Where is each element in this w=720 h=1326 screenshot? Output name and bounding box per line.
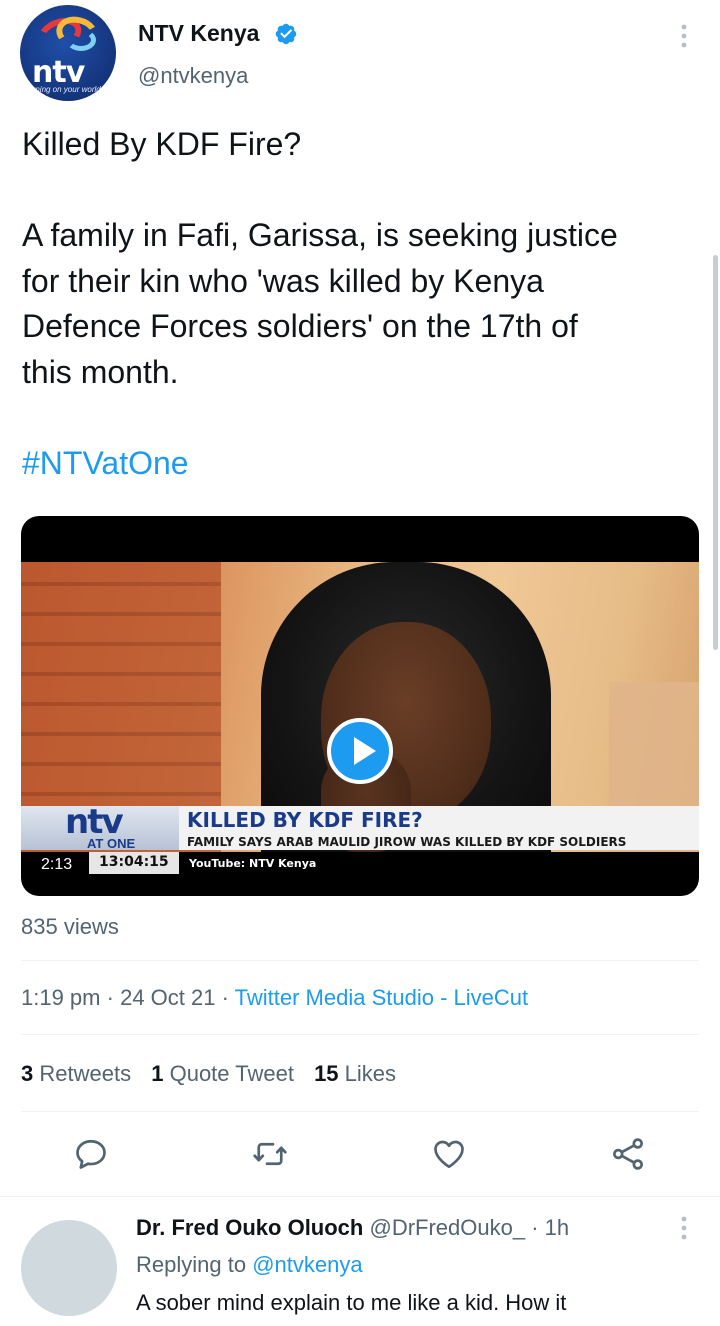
ticker-logo: ntv AT ONE: [21, 802, 179, 851]
quotes-label: Quote Tweet: [169, 1061, 294, 1086]
share-icon[interactable]: [610, 1136, 646, 1172]
tweet-action-bar: [0, 1130, 720, 1180]
avatar-tagline: turning on your world: [26, 85, 101, 94]
verified-badge-icon: [275, 23, 297, 45]
tweet-meta: 1:19 pm · 24 Oct 21 · Twitter Media Stud…: [21, 985, 528, 1011]
divider: [21, 1111, 699, 1112]
author-handle[interactable]: @ntvkenya: [138, 63, 248, 89]
quote-tweets-stat[interactable]: 1 Quote Tweet: [151, 1061, 294, 1086]
play-button-icon[interactable]: [327, 718, 393, 784]
quotes-count: 1: [151, 1061, 164, 1086]
tweet-source-link[interactable]: Twitter Media Studio - LiveCut: [235, 985, 528, 1010]
hashtag-link[interactable]: #NTVatOne: [22, 441, 702, 487]
reply-separator: ·: [531, 1215, 539, 1240]
tweet-headline: Killed By KDF Fire?: [22, 126, 302, 162]
video-duration-badge: 2:13: [33, 853, 81, 877]
news-lower-third: ntv AT ONE KILLED BY KDF FIRE? FAMILY SA…: [21, 802, 699, 874]
reply-more-options-icon[interactable]: [672, 1214, 696, 1242]
retweet-icon[interactable]: [252, 1136, 288, 1172]
author-name[interactable]: NTV Kenya: [138, 20, 259, 47]
divider: [21, 1034, 699, 1035]
scrollbar[interactable]: [713, 255, 718, 650]
reply-time[interactable]: 1h: [545, 1215, 569, 1240]
replying-to: Replying to @ntvkenya: [136, 1252, 363, 1278]
reply-tweet[interactable]: Dr. Fred Ouko Oluoch @DrFredOuko_ · 1h R…: [0, 1198, 720, 1326]
more-options-icon[interactable]: [672, 22, 696, 50]
ticker-headline: KILLED BY KDF FIRE?: [187, 808, 423, 832]
reply-author-handle[interactable]: @DrFredOuko_: [369, 1215, 525, 1240]
reply-author-name[interactable]: Dr. Fred Ouko Oluoch: [136, 1215, 363, 1240]
view-count: 835 views: [21, 914, 119, 939]
logo-swirl-blue: [66, 29, 96, 51]
meta-separator: ·: [221, 985, 229, 1010]
reply-avatar[interactable]: [21, 1220, 117, 1316]
engagement-stats: 3 Retweets 1 Quote Tweet 15 Likes: [21, 1061, 410, 1087]
retweets-stat[interactable]: 3 Retweets: [21, 1061, 131, 1086]
likes-label: Likes: [344, 1061, 397, 1086]
ticker-source: YouTube: NTV Kenya: [189, 857, 317, 870]
author-avatar[interactable]: ntv turning on your world: [20, 5, 116, 101]
reply-icon[interactable]: [73, 1136, 109, 1172]
tweet-text: Killed By KDF Fire? A family in Fafi, Ga…: [22, 122, 702, 486]
section-divider: [0, 1196, 720, 1197]
reply-text: A sober mind explain to me like a kid. H…: [136, 1290, 567, 1315]
likes-stat[interactable]: 15 Likes: [314, 1061, 396, 1086]
tweet-body: A family in Fafi, Garissa, is seeking ju…: [22, 217, 618, 390]
ticker-time: 13:04:15: [99, 854, 169, 870]
video-player[interactable]: ntv AT ONE KILLED BY KDF FIRE? FAMILY SA…: [21, 516, 699, 896]
tweet-time[interactable]: 1:19 pm: [21, 985, 101, 1010]
divider: [21, 960, 699, 961]
tweet-date[interactable]: 24 Oct 21: [120, 985, 215, 1010]
tweet-header: ntv turning on your world NTV Kenya @ntv…: [0, 0, 720, 110]
ticker-logo-sub: AT ONE: [87, 836, 136, 851]
ticker-subheadline: FAMILY SAYS ARAB MAULID JIROW WAS KILLED…: [187, 835, 627, 849]
replying-to-mention[interactable]: @ntvkenya: [252, 1252, 362, 1277]
retweets-count: 3: [21, 1061, 34, 1086]
replying-to-label: Replying to: [136, 1252, 247, 1277]
retweets-label: Retweets: [39, 1061, 132, 1086]
reply-header: Dr. Fred Ouko Oluoch @DrFredOuko_ · 1h: [136, 1215, 569, 1241]
meta-separator: ·: [106, 985, 114, 1010]
like-icon[interactable]: [431, 1136, 467, 1172]
likes-count: 15: [314, 1061, 339, 1086]
